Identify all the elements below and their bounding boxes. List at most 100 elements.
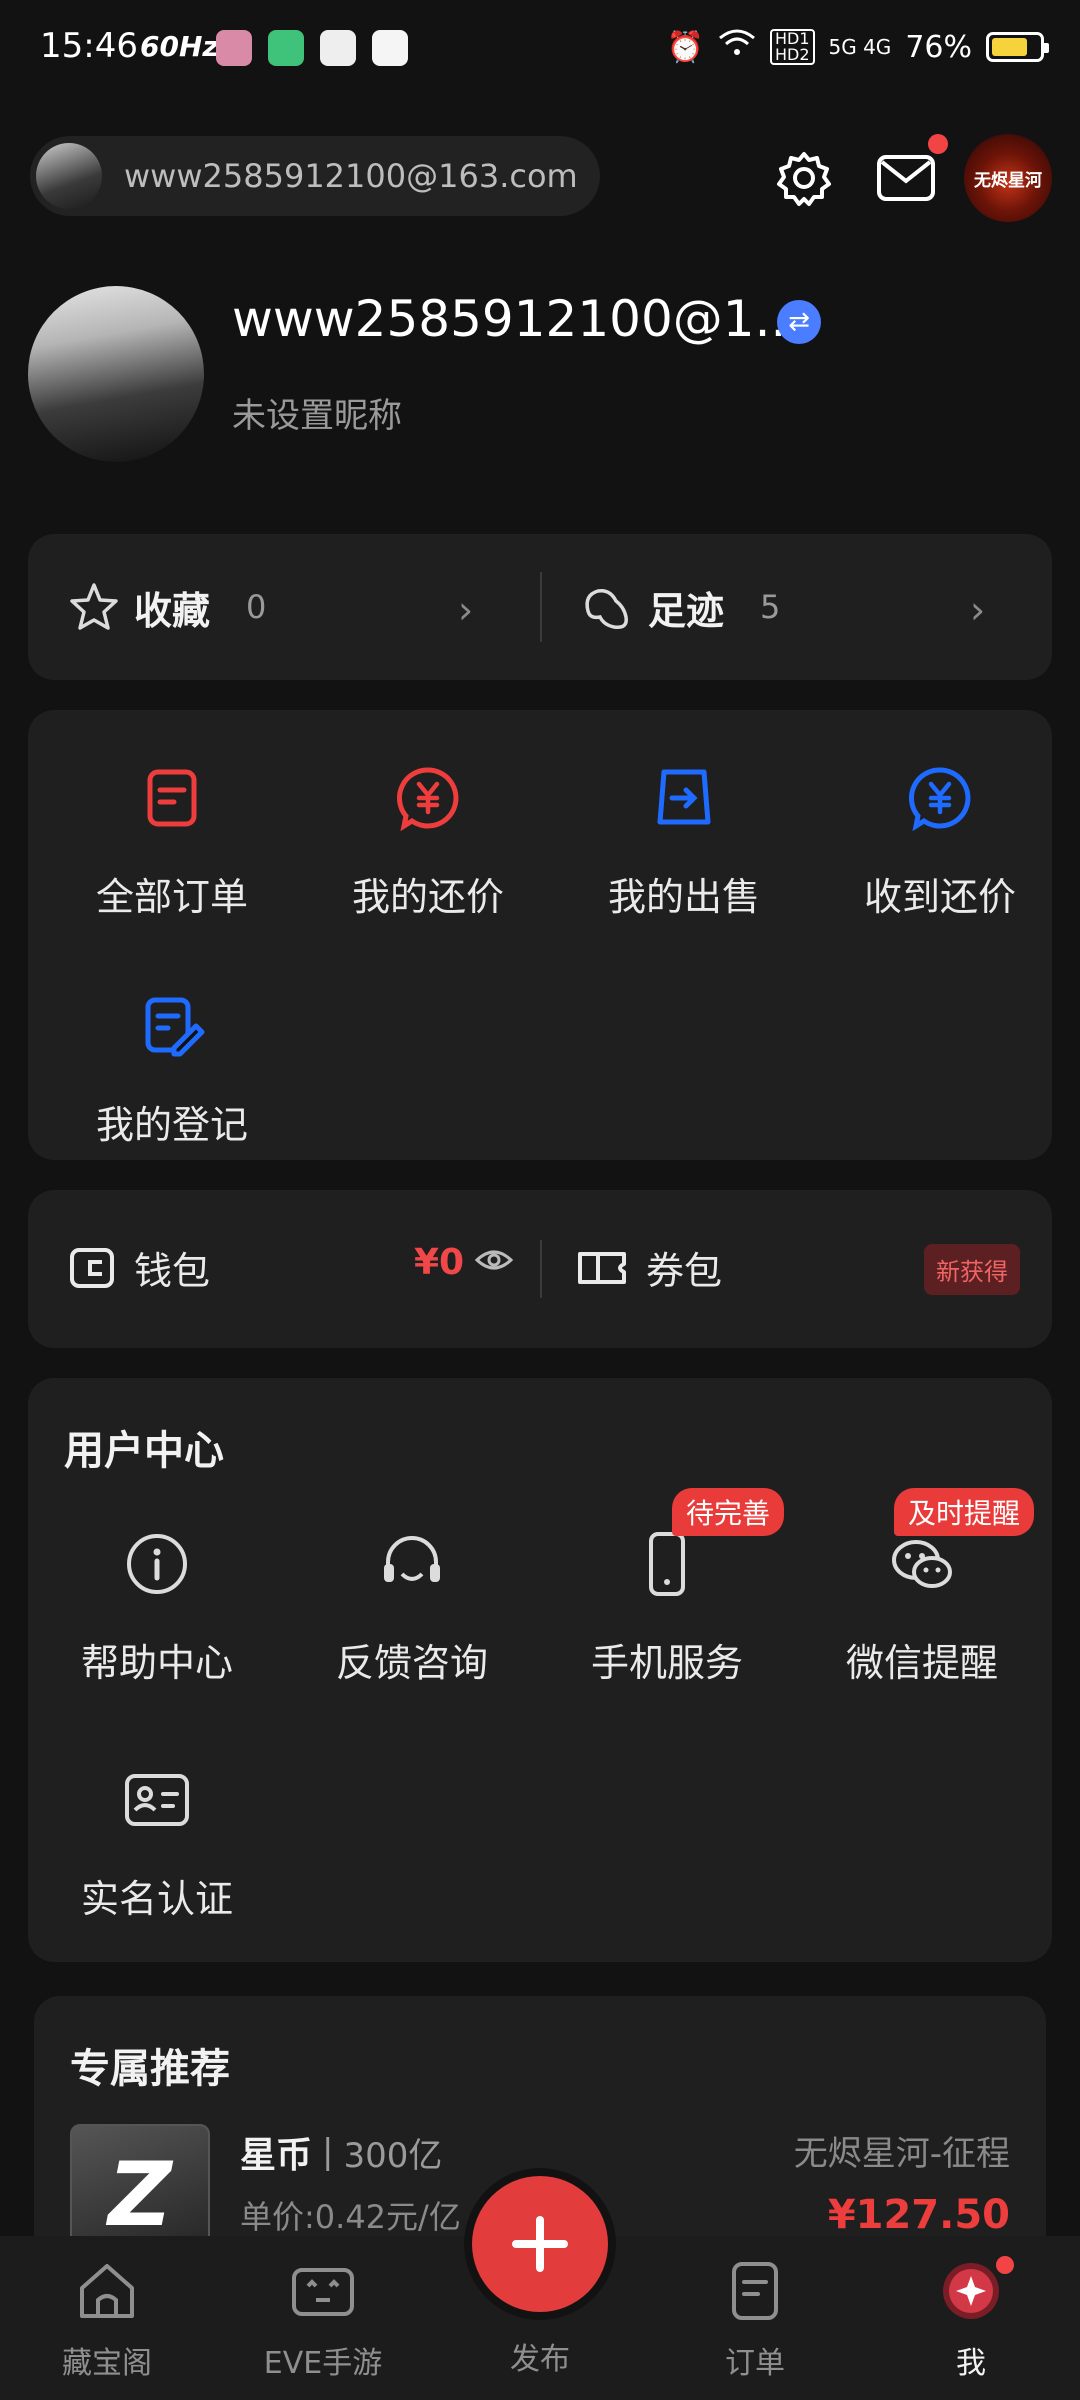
chevron-right-icon: ›	[970, 588, 986, 632]
my-counteroffers-label: 我的还价	[351, 875, 504, 919]
notification-app-icons	[216, 30, 408, 66]
my-registrations-button[interactable]: 我的登记	[72, 990, 272, 1149]
alarm-icon: ⏰	[666, 29, 704, 65]
item-server: 无烬星河-征程	[793, 2134, 1010, 2174]
my-registrations-label: 我的登记	[95, 1103, 248, 1147]
orders-icon	[732, 2262, 778, 2320]
nav-eve-mobile-label: EVE手游	[263, 2346, 383, 2381]
eye-icon	[474, 1250, 514, 1270]
my-counteroffers-button[interactable]: 我的还价	[328, 762, 528, 921]
wechat-reminder-label: 微信提醒	[845, 1641, 998, 1685]
item-price: ¥127.50	[827, 2192, 1010, 2238]
item-unit-price: 单价:0.42元/亿	[240, 2198, 461, 2236]
switch-account-button[interactable]: ⇄	[777, 300, 821, 344]
plus-icon	[512, 2216, 568, 2272]
wallet-label: 钱包	[134, 1249, 211, 1293]
nav-home[interactable]: 藏宝阁	[22, 2256, 192, 2382]
nav-orders-label: 订单	[725, 2346, 785, 2381]
profile-name: www2585912100@1...	[232, 290, 803, 348]
footprints-count: 5	[760, 588, 781, 626]
app-avatar-icon	[216, 30, 252, 66]
me-notification-dot	[996, 2256, 1014, 2274]
phone-service-button[interactable]: 手机服务	[567, 1528, 767, 1687]
status-time: 15:46	[40, 26, 138, 66]
real-name-auth-label: 实名认证	[80, 1877, 233, 1921]
yuan-bubble-icon	[397, 767, 459, 832]
gear-icon	[777, 152, 831, 206]
signal-icon: 5G 4G	[828, 35, 892, 59]
wechat-reminder-button[interactable]: 微信提醒	[822, 1528, 1022, 1687]
user-center-title: 用户中心	[64, 1428, 224, 1474]
favorites-entry[interactable]: 收藏 0	[68, 534, 266, 680]
wallet-entry[interactable]: 钱包	[68, 1240, 210, 1295]
received-counteroffers-button[interactable]: 收到还价	[840, 762, 1040, 921]
nav-publish-label: 发布	[510, 2342, 570, 2377]
real-name-auth-button[interactable]: 实名认证	[57, 1764, 257, 1923]
all-orders-button[interactable]: 全部订单	[72, 762, 272, 921]
nav-eve-mobile[interactable]: EVE手游	[238, 2256, 408, 2382]
status-right: ⏰ HD1 HD2 5G 4G 76%	[666, 28, 1049, 66]
settings-button[interactable]	[772, 146, 836, 210]
nav-home-label: 藏宝阁	[62, 2346, 152, 2381]
favorites-label: 收藏	[134, 588, 211, 633]
messages-button[interactable]	[874, 146, 938, 210]
qq-icon	[320, 30, 356, 66]
item-separator: |	[322, 2132, 334, 2172]
account-email: www2585912100@163.com	[124, 157, 578, 195]
phone-icon	[649, 1532, 685, 1596]
nav-publish-label-wrap[interactable]: 发布	[455, 2326, 625, 2378]
chevron-right-icon: ›	[458, 588, 474, 632]
unread-dot	[928, 134, 948, 154]
battery-text: 76%	[905, 29, 972, 65]
headset-icon	[384, 1536, 440, 1582]
item-quantity: 300亿	[343, 2135, 443, 2176]
nav-me[interactable]: 我	[886, 2256, 1056, 2382]
star-icon	[70, 583, 118, 630]
treasure-house-icon	[80, 2264, 134, 2318]
publish-button[interactable]	[472, 2176, 608, 2312]
message-app-icon	[372, 30, 408, 66]
order-list-icon	[147, 769, 197, 827]
register-edit-icon	[145, 997, 205, 1057]
id-card-icon	[125, 1774, 189, 1826]
nav-orders[interactable]: 订单	[670, 2256, 840, 2382]
feedback-button[interactable]: 反馈咨询	[312, 1528, 512, 1687]
profile-avatar[interactable]	[28, 286, 204, 462]
footprints-entry[interactable]: 足迹 5	[580, 534, 780, 680]
mail-icon	[877, 155, 935, 201]
profile-nickname[interactable]: 未设置昵称	[232, 388, 402, 437]
divider	[540, 1240, 542, 1298]
item-title-row[interactable]: 星币 | 300亿	[240, 2126, 442, 2178]
wechat-icon	[892, 1540, 952, 1588]
wallet-balance: ¥0	[414, 1242, 465, 1283]
battery-icon	[986, 32, 1049, 62]
help-center-label: 帮助中心	[80, 1641, 233, 1685]
hd-icon: HD1 HD2	[769, 29, 815, 65]
my-sales-label: 我的出售	[607, 875, 760, 919]
orders-card: 全部订单 我的还价 我的出售 收到还价 我的登记	[28, 710, 1052, 1160]
recommend-title: 专属推荐	[70, 2046, 230, 2092]
my-sales-button[interactable]: 我的出售	[584, 762, 784, 921]
user-center-card: 用户中心 帮助中心 反馈咨询 手机服务 微信提醒 实名认证 待完善 及时提醒	[28, 1378, 1052, 1962]
feedback-label: 反馈咨询	[335, 1641, 488, 1685]
account-avatar	[36, 143, 102, 209]
coupon-entry[interactable]: 券包	[576, 1240, 722, 1295]
coupon-label: 券包	[646, 1249, 723, 1293]
game-logo-button[interactable]: 无烬星河	[964, 134, 1052, 222]
help-center-button[interactable]: 帮助中心	[57, 1528, 257, 1687]
item-name: 星币	[240, 2135, 313, 2176]
footprints-label: 足迹	[648, 588, 725, 633]
wallet-card: 钱包 ¥0 券包 新获得	[28, 1190, 1052, 1348]
nav-me-label: 我	[956, 2346, 986, 2381]
wifi-icon	[718, 28, 756, 66]
divider	[540, 572, 542, 642]
account-switcher[interactable]: www2585912100@163.com	[30, 136, 600, 216]
received-counteroffers-label: 收到还价	[863, 875, 1016, 919]
toggle-balance-visibility[interactable]	[474, 1240, 514, 1284]
status-bar: 15:46 60Hz ⏰ HD1 HD2 5G 4G 76%	[0, 0, 1080, 100]
coupon-icon	[578, 1251, 626, 1284]
sell-arrow-icon	[657, 769, 711, 825]
game-logo-text: 无烬星河	[974, 170, 1042, 191]
wallet-icon	[70, 1247, 114, 1288]
wechat-reminder-badge: 及时提醒	[894, 1488, 1035, 1536]
